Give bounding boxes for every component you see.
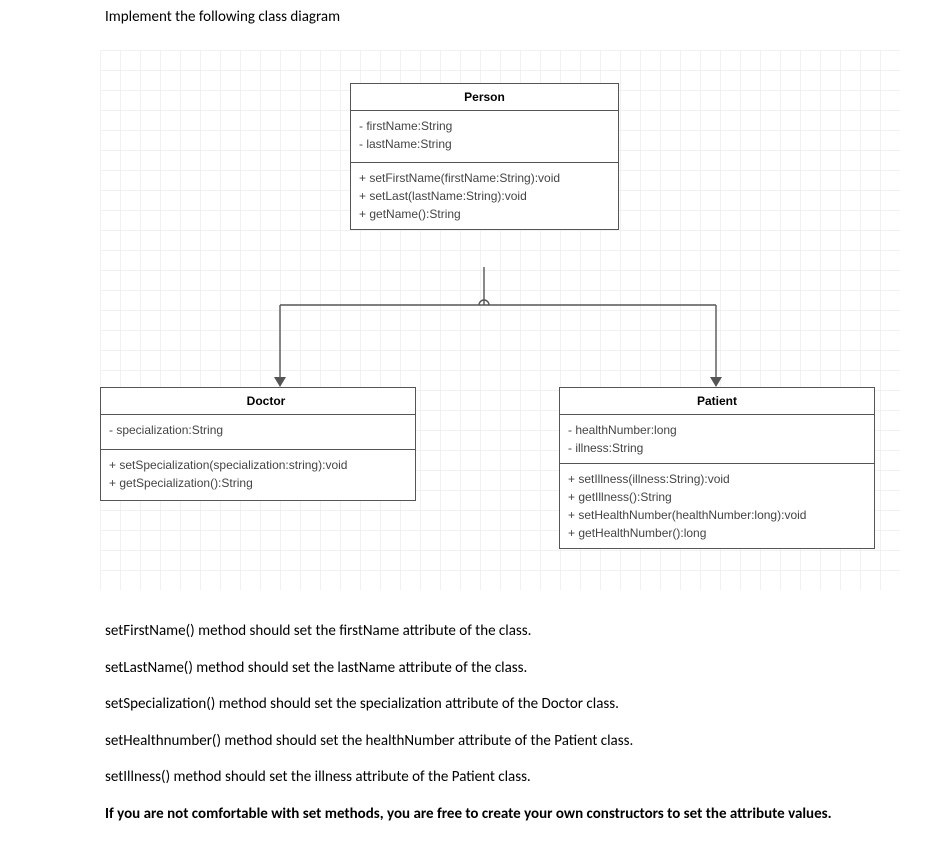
- class-doctor: Doctor - specialization:String + setSpec…: [100, 387, 416, 501]
- class-doctor-methods: + setSpecialization(specialization:strin…: [101, 450, 415, 500]
- desc-paragraph: setSpecialization() method should set th…: [105, 693, 895, 716]
- method-line: + setHealthNumber(healthNumber:long):voi…: [568, 506, 866, 524]
- method-line: + setSpecialization(specialization:strin…: [109, 456, 407, 474]
- method-line: + setLast(lastName:String):void: [359, 187, 610, 205]
- method-line: + getIllness():String: [568, 488, 866, 506]
- method-line: + setFirstName(firstName:String):void: [359, 169, 610, 187]
- attr-line: - specialization:String: [109, 421, 407, 439]
- desc-paragraph: setLastName() method should set the last…: [105, 657, 895, 680]
- page-heading: Implement the following class diagram: [105, 8, 340, 26]
- class-person-attributes: - firstName:String - lastName:String: [351, 111, 618, 163]
- attr-line: - lastName:String: [359, 135, 610, 153]
- desc-paragraph: setHealthnumber() method should set the …: [105, 730, 895, 753]
- class-patient-title: Patient: [560, 388, 874, 415]
- uml-diagram-canvas: Person - firstName:String - lastName:Str…: [100, 50, 900, 590]
- class-patient: Patient - healthNumber:long - illness:St…: [559, 387, 875, 549]
- class-person-title: Person: [351, 84, 618, 111]
- method-line: + getSpecialization():String: [109, 474, 407, 492]
- class-patient-attributes: - healthNumber:long - illness:String: [560, 415, 874, 464]
- attr-line: - firstName:String: [359, 117, 610, 135]
- class-doctor-attributes: - specialization:String: [101, 415, 415, 450]
- attr-line: - healthNumber:long: [568, 421, 866, 439]
- description-block: setFirstName() method should set the fir…: [105, 620, 895, 839]
- attr-line: - illness:String: [568, 439, 866, 457]
- desc-paragraph-bold: If you are not comfortable with set meth…: [105, 803, 895, 826]
- class-person: Person - firstName:String - lastName:Str…: [350, 83, 619, 230]
- class-patient-methods: + setIllness(illness:String):void + getI…: [560, 464, 874, 548]
- method-line: + getHealthNumber():long: [568, 524, 866, 542]
- desc-paragraph: setIllness() method should set the illne…: [105, 766, 895, 789]
- class-person-methods: + setFirstName(firstName:String):void + …: [351, 163, 618, 229]
- class-doctor-title: Doctor: [101, 388, 415, 415]
- method-line: + getName():String: [359, 205, 610, 223]
- method-line: + setIllness(illness:String):void: [568, 470, 866, 488]
- desc-paragraph: setFirstName() method should set the fir…: [105, 620, 895, 643]
